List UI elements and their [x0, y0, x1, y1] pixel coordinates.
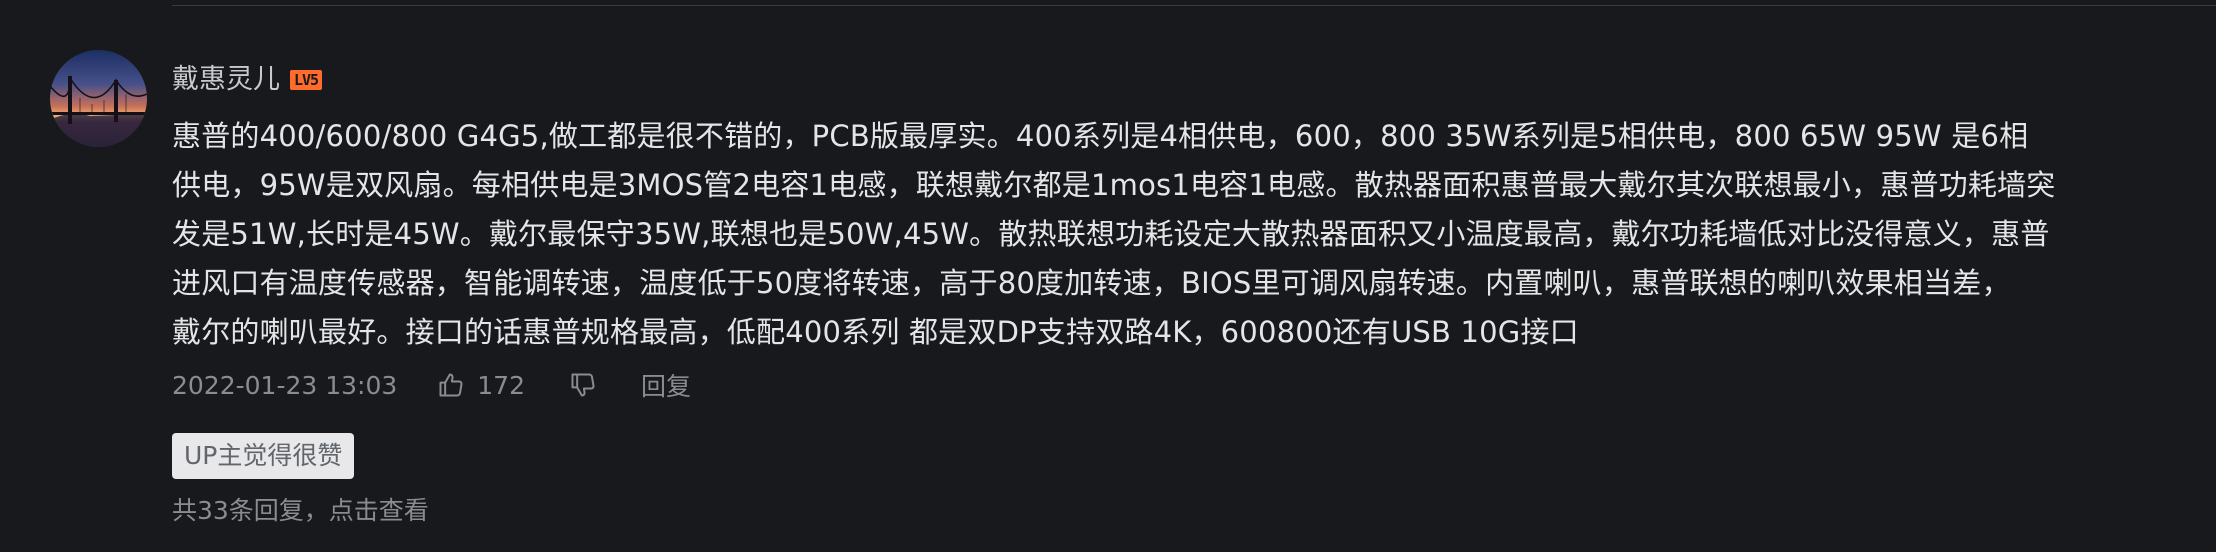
comment-text: 惠普的400/600/800 G4G5,做工都是很不错的，PCB版最厚实。400…: [172, 112, 2202, 357]
avatar[interactable]: [50, 50, 147, 147]
username[interactable]: 戴惠灵儿: [172, 58, 280, 102]
comment-text-line: 供电，95W是双风扇。每相供电是3MOS管2电容1电感，联想戴尔都是1mos1电…: [172, 168, 2056, 202]
top-divider: [172, 5, 2216, 6]
comment-meta: 2022-01-23 13:03 172 回复: [172, 365, 2202, 405]
level-badge: LV5: [290, 70, 323, 90]
comment-header: 戴惠灵儿 LV5: [172, 58, 2202, 102]
comment-text-line: 进风口有温度传感器，智能调转速，温度低于50度将转速，高于80度加转速，BIOS…: [172, 266, 2011, 300]
comment-text-line: 戴尔的喇叭最好。接口的话惠普规格最高，低配400系列 都是双DP支持双路4K，6…: [172, 315, 1579, 349]
comment-text-line: 发是51W,长时是45W。戴尔最保守35W,联想也是50W,45W。散热联想功耗…: [172, 217, 2050, 251]
thumbs-down-icon[interactable]: [569, 371, 597, 399]
reply-button[interactable]: 回复: [641, 367, 691, 403]
comment-text-line: 惠普的400/600/800 G4G5,做工都是很不错的，PCB版最厚实。400…: [172, 119, 2029, 153]
avatar-image: [50, 50, 147, 147]
comment-timestamp: 2022-01-23 13:03: [172, 370, 398, 400]
comment-page: 戴惠灵儿 LV5 惠普的400/600/800 G4G5,做工都是很不错的，PC…: [0, 0, 2216, 552]
thumbs-up-icon[interactable]: [437, 371, 465, 399]
view-replies-link[interactable]: 共33条回复，点击查看: [172, 493, 2202, 529]
like-count: 172: [477, 370, 525, 400]
comment-body: 戴惠灵儿 LV5 惠普的400/600/800 G4G5,做工都是很不错的，PC…: [172, 58, 2202, 529]
up-liked-tag: UP主觉得很赞: [172, 433, 355, 479]
